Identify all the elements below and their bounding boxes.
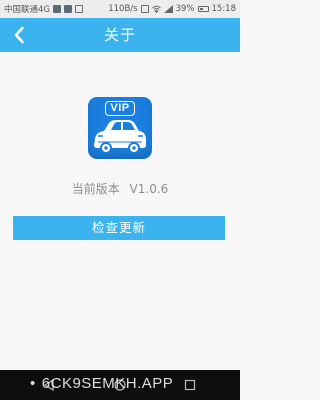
page-title: 关于 (103, 26, 136, 44)
title-bar: 关于 (0, 18, 240, 52)
signal-icon (163, 5, 173, 13)
battery-icon (197, 6, 209, 12)
back-icon[interactable] (42, 378, 56, 392)
vip-label: VIP (105, 101, 135, 116)
check-update-button[interactable]: 检查更新 (13, 216, 225, 240)
image-icon (75, 5, 83, 13)
status-bar-right: 110B/s 39% 15:18 (108, 4, 236, 14)
nfc-icon (140, 5, 149, 13)
version-number: V1.0.6 (129, 182, 169, 196)
wifi-icon (151, 5, 161, 13)
battery-percent: 39% (175, 4, 195, 14)
status-bar: 中国联通4G 110B/s 39% 15:18 (0, 0, 240, 18)
message-icon (64, 5, 72, 13)
navigation-bar (0, 370, 240, 400)
notification-icon (53, 5, 61, 13)
version-text: 当前版本 V1.0.6 (0, 180, 240, 197)
home-icon[interactable] (113, 378, 127, 392)
car-icon (94, 120, 146, 154)
network-speed: 110B/s (108, 4, 138, 14)
clock: 15:18 (211, 4, 237, 14)
carrier-label: 中国联通4G (4, 5, 50, 15)
app-logo: VIP (88, 97, 152, 159)
version-label: 当前版本 (71, 182, 120, 196)
recent-apps-icon[interactable] (183, 378, 197, 392)
status-bar-left: 中国联通4G (4, 3, 83, 15)
